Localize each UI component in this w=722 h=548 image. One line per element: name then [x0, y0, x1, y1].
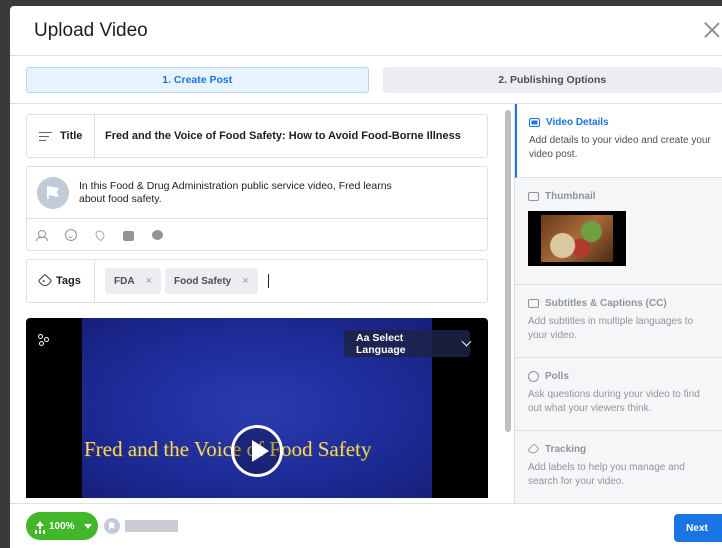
select-language-label: Aa Select Language — [356, 331, 406, 356]
description-toolbar — [27, 219, 487, 250]
caret-down-icon — [83, 523, 92, 529]
shop-icon[interactable] — [123, 230, 134, 241]
remove-tag-icon[interactable]: × — [146, 275, 152, 287]
tag-icon — [527, 443, 540, 456]
settings-icon[interactable] — [38, 334, 50, 346]
dialog-footer: 100% Next — [10, 503, 722, 548]
tag-icon — [37, 273, 53, 289]
tag-chip-label: FDA — [114, 275, 135, 287]
description-input[interactable]: In this Food & Drug Administration publi… — [79, 177, 409, 218]
tag-chip: FDA × — [105, 268, 161, 294]
sidebar-item-label: Video Details — [546, 117, 609, 128]
tag-people-icon[interactable] — [35, 229, 48, 241]
post-form: Title Fred and the Voice of Food Safety:… — [26, 114, 488, 498]
sidebar-item-polls[interactable]: Polls Ask questions during your video to… — [515, 358, 722, 431]
cc-icon — [528, 299, 539, 308]
page-name-placeholder — [125, 520, 178, 532]
dialog-content: Title Fred and the Voice of Food Safety:… — [10, 103, 722, 504]
play-icon[interactable] — [231, 425, 283, 477]
tag-chips: FDA × Food Safety × — [95, 268, 269, 294]
video-player[interactable]: Fred and the Voice of Food Safety Aa Sel… — [26, 318, 488, 498]
sidebar-item-label: Subtitles & Captions (CC) — [545, 298, 667, 309]
upload-progress: 100% — [49, 520, 75, 532]
poll-icon — [528, 371, 539, 382]
title-input[interactable]: Fred and the Voice of Food Safety: How t… — [95, 130, 461, 142]
upload-video-dialog: Upload Video 1. Create Post 2. Publishin… — [10, 6, 722, 548]
description-field: In this Food & Drug Administration publi… — [26, 166, 488, 251]
tag-chip-label: Food Safety — [174, 275, 232, 287]
tags-label-cell: Tags — [27, 260, 95, 302]
sidebar-item-tracking[interactable]: Tracking Add labels to help you manage a… — [515, 431, 722, 504]
sidebar-item-video-details[interactable]: Video Details Add details to your video … — [515, 104, 722, 178]
feeling-icon[interactable] — [65, 228, 77, 241]
select-language-button[interactable]: Aa Select Language — [344, 330, 472, 357]
upload-icon — [35, 520, 45, 532]
sidebar-item-description: Ask questions during your video to find … — [528, 389, 700, 414]
chevron-down-icon — [461, 336, 472, 347]
scrollbar-thumb[interactable] — [505, 110, 511, 432]
next-button[interactable]: Next — [674, 514, 722, 542]
tags-field[interactable]: Tags FDA × Food Safety × — [26, 259, 488, 303]
sidebar: Video Details Add details to your video … — [514, 104, 722, 504]
close-icon[interactable] — [702, 20, 722, 40]
sidebar-item-thumbnail[interactable]: Thumbnail — [515, 178, 722, 285]
sidebar-item-label: Polls — [545, 371, 569, 382]
image-icon — [528, 192, 539, 201]
sidebar-item-label: Thumbnail — [545, 191, 596, 202]
title-label: Title — [60, 130, 83, 142]
upload-status-button[interactable]: 100% — [26, 512, 98, 540]
sidebar-item-description: Add details to your video and create you… — [529, 135, 711, 160]
step-tabs: 1. Create Post 2. Publishing Options — [10, 56, 722, 103]
page-avatar — [37, 177, 69, 209]
sidebar-item-label: Tracking — [545, 444, 587, 455]
sidebar-item-description: Add subtitles in multiple languages to y… — [528, 316, 694, 341]
thumbnail-image[interactable] — [528, 211, 626, 266]
title-field[interactable]: Title Fred and the Voice of Food Safety:… — [26, 114, 488, 158]
tags-label: Tags — [56, 275, 81, 287]
video-details-icon — [529, 118, 540, 127]
page-avatar-small — [104, 518, 120, 534]
text-lines-icon — [39, 131, 52, 141]
tab-publishing-options[interactable]: 2. Publishing Options — [382, 66, 722, 93]
dialog-title: Upload Video — [34, 19, 148, 41]
sidebar-item-subtitles[interactable]: Subtitles & Captions (CC) Add subtitles … — [515, 285, 722, 358]
description-row: In this Food & Drug Administration publi… — [27, 167, 487, 219]
location-icon[interactable] — [93, 228, 107, 241]
remove-tag-icon[interactable]: × — [242, 275, 248, 287]
text-cursor — [267, 274, 269, 288]
tab-create-post[interactable]: 1. Create Post — [26, 66, 369, 93]
title-label-cell: Title — [27, 115, 95, 157]
dialog-header: Upload Video — [10, 6, 722, 56]
messenger-icon[interactable] — [152, 229, 163, 240]
tag-chip: Food Safety × — [165, 268, 258, 294]
sidebar-item-description: Add labels to help you manage and search… — [528, 462, 685, 487]
